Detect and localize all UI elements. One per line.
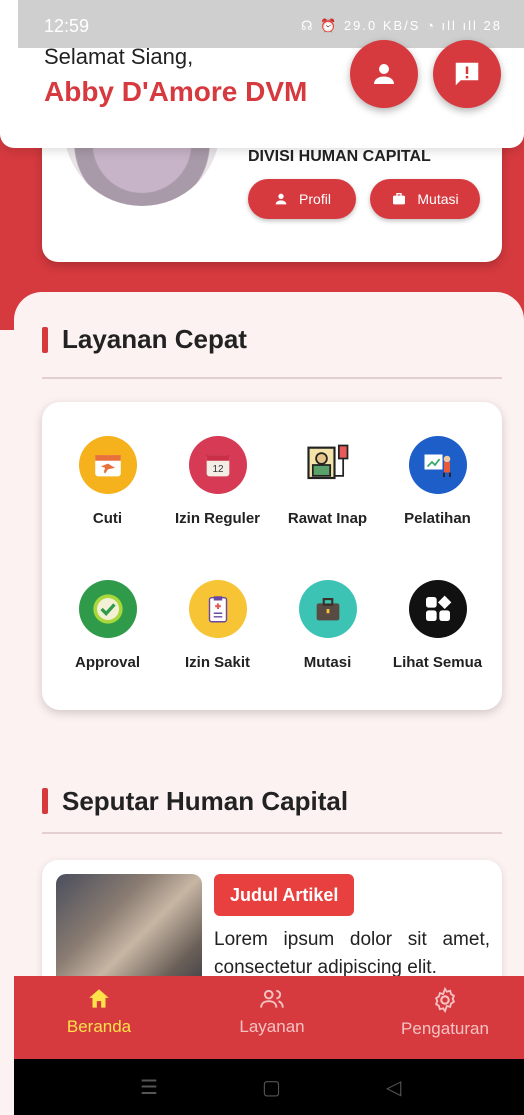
bottom-navigation: Beranda Layanan Pengaturan xyxy=(14,976,524,1059)
menu-icon[interactable]: ☰ xyxy=(140,1075,158,1100)
transfer-button[interactable]: Mutasi xyxy=(370,179,480,219)
service-label: Izin Sakit xyxy=(184,654,251,671)
quick-services-title: Layanan Cepat xyxy=(62,324,247,354)
gear-icon xyxy=(434,986,456,1014)
grid-all-icon xyxy=(408,580,467,638)
calendar-plane-icon xyxy=(78,436,137,494)
transfer-button-label: Mutasi xyxy=(417,191,459,207)
service-label: Mutasi xyxy=(303,654,352,671)
section-divider xyxy=(42,832,502,834)
nav-settings-label: Pengaturan xyxy=(401,1019,489,1038)
service-label: Izin Reguler xyxy=(174,510,260,527)
status-bar: 12:59 ☊ ⏰ 29.0 KB/S ◔ ıll ıll 28 xyxy=(18,0,524,48)
service-lihat-semua[interactable]: Lihat Semua xyxy=(380,580,495,671)
feedback-icon xyxy=(455,62,479,86)
service-pelatihan[interactable]: Pelatihan xyxy=(380,436,495,527)
service-label: Pelatihan xyxy=(404,510,471,527)
service-izin-reguler[interactable]: 12 Izin Reguler xyxy=(160,436,275,527)
briefcase-icon xyxy=(298,580,357,638)
nav-services[interactable]: Layanan xyxy=(197,986,347,1037)
nav-home-label: Beranda xyxy=(66,1017,132,1036)
greeting-text: Selamat Siang, xyxy=(44,44,194,69)
division-label: DIVISI HUMAN CAPITAL xyxy=(248,148,431,165)
training-board-icon xyxy=(408,436,467,494)
section-marker xyxy=(42,327,48,353)
home-icon xyxy=(89,989,109,1008)
article-snippet: Lorem ipsum dolor sit amet, consectetur … xyxy=(214,929,490,978)
nav-home[interactable]: Beranda xyxy=(24,986,174,1037)
user-name: Abby D'Amore DVM xyxy=(44,76,308,107)
section-marker xyxy=(42,788,48,814)
briefcase-icon xyxy=(393,193,406,205)
home-square-icon[interactable]: ▢ xyxy=(262,1075,281,1100)
back-icon[interactable]: ◁ xyxy=(386,1075,401,1100)
service-label: Rawat Inap xyxy=(287,510,368,527)
service-izin-sakit[interactable]: Izin Sakit xyxy=(160,580,275,671)
service-rawat-inap[interactable]: Rawat Inap xyxy=(270,436,385,527)
status-time: 12:59 xyxy=(44,16,90,36)
approval-check-icon xyxy=(78,580,137,638)
service-cuti[interactable]: Cuti xyxy=(50,436,165,527)
profile-button-label: Profil xyxy=(299,191,331,207)
status-icons: ☊ ⏰ 29.0 KB/S ◔ ıll ıll 28 xyxy=(300,18,502,33)
nav-settings[interactable]: Pengaturan xyxy=(370,986,520,1039)
human-capital-title: Seputar Human Capital xyxy=(62,786,349,816)
account-button[interactable] xyxy=(350,40,418,108)
hospital-bed-icon xyxy=(298,436,357,494)
service-mutasi[interactable]: Mutasi xyxy=(270,580,385,671)
clipboard-medical-icon xyxy=(188,580,247,638)
profile-button[interactable]: Profil xyxy=(248,179,356,219)
svg-text:12: 12 xyxy=(212,464,224,475)
service-approval[interactable]: Approval xyxy=(50,580,165,671)
system-navigation-bar: ☰ ▢ ◁ xyxy=(14,1059,524,1115)
service-label: Cuti xyxy=(92,510,123,527)
feedback-button[interactable] xyxy=(433,40,501,108)
service-label: Approval xyxy=(74,654,140,671)
quick-services-grid: Cuti 12 Izin Reguler Rawat Inap Pelatiha… xyxy=(42,402,502,710)
people-icon xyxy=(260,989,284,1008)
person-icon xyxy=(275,193,287,205)
person-icon xyxy=(374,64,394,84)
section-divider xyxy=(42,377,502,379)
calendar-12-icon: 12 xyxy=(188,436,247,494)
nav-services-label: Layanan xyxy=(239,1017,305,1036)
article-title: Judul Artikel xyxy=(214,874,355,916)
service-label: Lihat Semua xyxy=(392,654,483,671)
